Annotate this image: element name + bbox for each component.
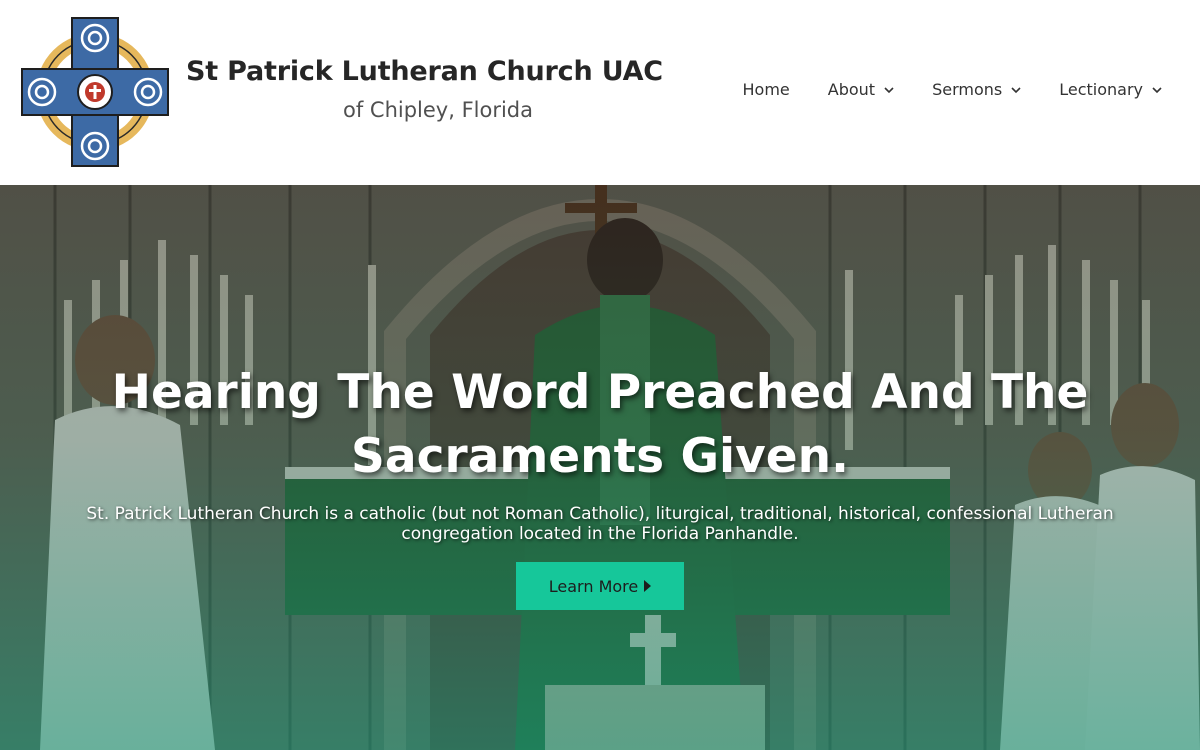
nav-home[interactable]: Home <box>743 80 790 99</box>
hero-heading: Hearing The Word Preached And The Sacram… <box>100 361 1100 489</box>
nav-sermons[interactable]: Sermons <box>932 80 1021 99</box>
nav-lectionary[interactable]: Lectionary <box>1059 80 1162 99</box>
celtic-cross-logo-icon[interactable] <box>20 16 170 168</box>
caret-right-icon <box>644 580 652 592</box>
hero-section: Hearing The Word Preached And The Sacram… <box>0 185 1200 750</box>
hero-description-line2: congregation located in the Florida Panh… <box>401 524 799 544</box>
hero-description-line1: St. Patrick Lutheran Church is a catholi… <box>86 504 1114 524</box>
chevron-down-icon <box>1011 86 1021 93</box>
main-navigation: Home About Sermons Lectionary <box>705 80 1163 99</box>
learn-more-button[interactable]: Learn More <box>516 562 684 610</box>
nav-sermons-label: Sermons <box>932 80 1003 99</box>
hero-description: St. Patrick Lutheran Church is a catholi… <box>60 504 1140 544</box>
chevron-down-icon <box>884 86 894 93</box>
site-title[interactable]: St Patrick Lutheran Church UAC <box>186 56 706 87</box>
nav-about[interactable]: About <box>828 80 894 99</box>
nav-home-label: Home <box>742 80 790 99</box>
nav-about-label: About <box>827 80 876 99</box>
hero-heading-line1: Hearing The Word Preached And The <box>111 365 1089 420</box>
site-subtitle: of Chipley, Florida <box>342 98 533 122</box>
learn-more-label: Learn More <box>548 576 639 596</box>
chevron-down-icon <box>1152 86 1162 93</box>
hero-heading-line2: Sacraments Given. <box>351 429 849 484</box>
site-header: St Patrick Lutheran Church UAC of Chiple… <box>0 0 1200 185</box>
nav-lectionary-label: Lectionary <box>1059 80 1143 99</box>
